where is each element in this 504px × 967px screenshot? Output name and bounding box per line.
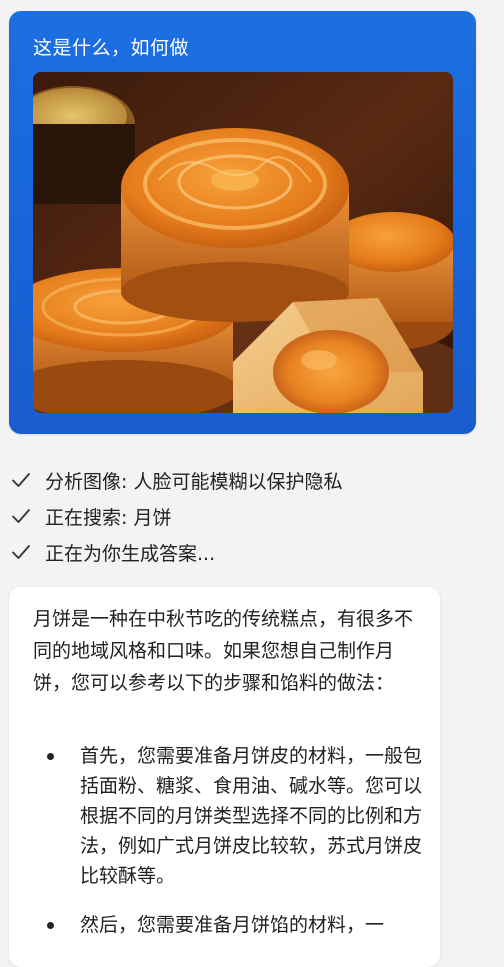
answer-bullet-list: 首先，您需要准备月饼皮的材料，一般包括面粉、糖浆、食用油、碱水等。您可以根据不同… [33,741,423,959]
bullet-dot [47,753,54,760]
check-icon [12,473,30,487]
answer-intro: 月饼是一种在中秋节吃的传统糕点，有很多不同的地域风格和口味。如果您想自己制作月饼… [33,608,414,694]
status-list: 分析图像: 人脸可能模糊以保护隐私 正在搜索: 月饼 正在为你生成答案... [10,462,342,570]
check-icon [12,509,30,523]
status-item-analyze: 分析图像: 人脸可能模糊以保护隐私 [10,462,342,498]
status-item-search: 正在搜索: 月饼 [10,498,342,534]
status-text: 正在搜索: 月饼 [45,506,172,529]
mooncake-photo[interactable] [33,72,453,413]
status-item-generate: 正在为你生成答案... [10,534,342,570]
check-icon [12,545,30,559]
list-item-text: 然后，您需要准备月饼馅的材料，一 [80,914,385,936]
list-item: 首先，您需要准备月饼皮的材料，一般包括面粉、糖浆、食用油、碱水等。您可以根据不同… [33,741,423,891]
list-item-text: 首先，您需要准备月饼皮的材料，一般包括面粉、糖浆、食用油、碱水等。您可以根据不同… [80,745,423,887]
status-text: 分析图像: 人脸可能模糊以保护隐私 [45,470,343,493]
status-text: 正在为你生成答案... [45,542,216,565]
list-item: 然后，您需要准备月饼馅的材料，一 [33,910,423,940]
answer-card: 月饼是一种在中秋节吃的传统糕点，有很多不同的地域风格和口味。如果您想自己制作月饼… [9,587,440,967]
user-message-text: 这是什么，如何做 [33,37,190,59]
mooncake-photo-drawing [33,72,453,413]
user-message-bubble: 这是什么，如何做 [9,11,476,434]
bullet-dot [47,922,54,929]
